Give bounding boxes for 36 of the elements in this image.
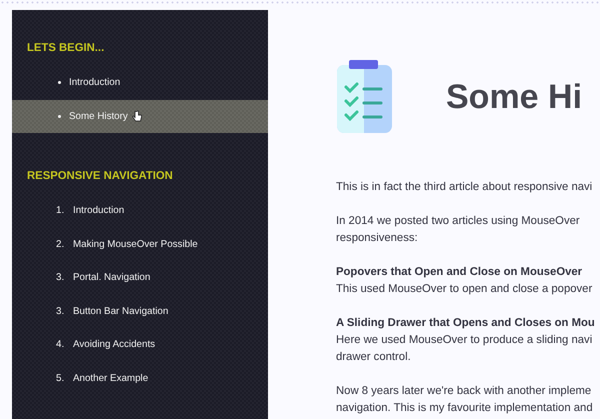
nav-item[interactable]: 2. Making MouseOver Possible (12, 228, 268, 261)
paragraph: This is in fact the third article about responsive navi (336, 180, 594, 195)
item-number: 4. (56, 339, 66, 350)
nav-item[interactable]: Some History (12, 100, 268, 133)
paragraph: This used MouseOver to open and close a popover (336, 282, 594, 297)
article-title: Some Hi (446, 78, 582, 116)
nav-item[interactable]: Introduction (12, 66, 268, 100)
nav-item[interactable]: 3. Button Bar Navigation (12, 294, 268, 328)
item-number: 2. (56, 238, 66, 250)
nav-item-label: Some History (69, 110, 128, 122)
nav-item-label: Another Example (73, 372, 148, 384)
section-heading: LETS BEGIN... (26, 41, 106, 56)
item-number: 3. (56, 272, 66, 284)
clipboard-checklist-icon (336, 60, 393, 134)
nav-item[interactable]: 4. Avoiding Accidents (12, 328, 268, 362)
item-number: 1. (56, 205, 66, 216)
nav-item-label: Button Bar Navigation (73, 306, 168, 317)
nav-item-label: Making MouseOver Possible (73, 238, 198, 250)
nav-item-label: Avoiding Accidents (73, 339, 156, 350)
bullet-icon (58, 81, 61, 84)
nav-item-label: Portal. Navigation (73, 272, 150, 284)
item-number: 3. (56, 306, 66, 317)
paragraph: In 2014 we posted two articles using MouseOver responsiveness: (336, 214, 581, 246)
hand-cursor-icon (132, 110, 142, 123)
nav-item-label: Introduction (73, 205, 124, 216)
paragraph: Here we used MouseOver to produce a sliding navi drawer control. (336, 333, 594, 365)
section-heading: RESPONSIVE NAVIGATION (26, 169, 174, 184)
nav-item[interactable]: 3. Portal. Navigation (12, 261, 268, 294)
nav-item[interactable]: 5. Another Example (12, 362, 268, 395)
bullet-icon (58, 114, 61, 118)
nav-item[interactable]: 1. Introduction (12, 194, 268, 228)
paragraph: Now 8 years later we're back with another impleme navigation. This is my favourite implementation and (336, 384, 594, 416)
article-reference-title: A Sliding Drawer that Opens and Closes on Mou (336, 316, 596, 331)
article-reference-title: Popovers that Open and Close on MouseOver (336, 265, 584, 280)
item-number: 5. (56, 372, 66, 384)
nav-item-label: Introduction (69, 77, 120, 88)
